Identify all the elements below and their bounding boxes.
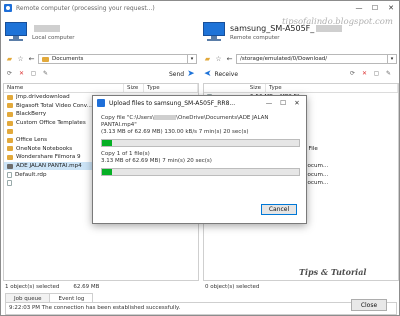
local-column-headers: Name Size Type: [4, 84, 198, 93]
column-header-name[interactable]: Name: [4, 84, 124, 92]
computer-monitor-icon: [5, 22, 27, 42]
video-file-icon: [7, 163, 13, 169]
favorite-star-icon[interactable]: ☆: [16, 55, 25, 64]
total-transfer-stats: 3.13 MB of 62.69 MB) 7 min(s) 20 sec(s): [101, 158, 212, 164]
folder-icon: [7, 103, 13, 109]
new-folder-icon[interactable]: ▢: [29, 69, 38, 78]
local-path-input[interactable]: Documents: [38, 54, 188, 64]
remote-selected-count: 0 object(s) selected: [205, 284, 260, 290]
refresh-icon[interactable]: ⟳: [348, 69, 357, 78]
folder-icon: [42, 56, 49, 62]
receive-button[interactable]: ➤ Receive: [204, 69, 238, 79]
brand-watermark: Tips & Tutorial: [299, 267, 367, 277]
title-bar: Remote computer (processing your request…: [1, 1, 399, 15]
redacted-username: [154, 115, 177, 120]
rename-icon[interactable]: ✎: [41, 69, 50, 78]
redacted-name: [34, 24, 60, 32]
send-arrow-icon: ➤: [187, 69, 195, 79]
folder-icon: [7, 111, 13, 117]
local-toolbar: ⟳ ✕ ▢ ✎: [5, 69, 50, 79]
total-progress-bar: [101, 168, 300, 176]
delete-icon[interactable]: ✕: [360, 69, 369, 78]
column-header-type[interactable]: Type: [144, 84, 198, 92]
dialog-title-bar: Upload files to samsung_SM-A505F_RR8... …: [93, 96, 306, 110]
site-watermark: tipsofalindo.blogspot.com: [282, 17, 393, 27]
folder-icon: [7, 154, 13, 160]
cancel-button[interactable]: Cancel: [261, 204, 297, 215]
new-folder-icon[interactable]: ▢: [372, 69, 381, 78]
remote-path-text: /storage/emulated/0/Download/: [240, 56, 328, 62]
computer-monitor-icon: [203, 22, 225, 42]
remote-column-headers: Size Type: [204, 84, 398, 93]
local-computer-name: [32, 24, 75, 33]
computers-header: Local computer samsung_SM-A505F_ Remote …: [1, 15, 399, 49]
copy-file-name: PANTAI.mp4": [101, 122, 137, 128]
close-button[interactable]: Close: [351, 299, 387, 311]
file-progress-bar: [101, 139, 300, 147]
folder-up-icon[interactable]: ▰: [5, 55, 14, 64]
log-line: 9:22:03 PM The connection has been estab…: [9, 305, 181, 311]
dialog-window-controls: — ☐ ✕: [262, 96, 304, 110]
dialog-close-button[interactable]: ✕: [290, 96, 304, 110]
column-header-type[interactable]: Type: [266, 84, 398, 92]
upload-progress-dialog: Upload files to samsung_SM-A505F_RR8... …: [92, 95, 307, 224]
receive-label: Receive: [214, 70, 239, 78]
remote-path-input[interactable]: /storage/emulated/0/Download/: [236, 54, 388, 64]
file-transfer-stats: (3.13 MB of 62.69 MB) 130.00 kB/s 7 min(…: [101, 129, 249, 135]
back-arrow-icon[interactable]: ←: [225, 55, 234, 64]
dialog-minimize-button[interactable]: —: [262, 96, 276, 110]
dialog-body: Copy file "C:\Users\ \OneDrive\Documents\…: [93, 110, 306, 176]
local-selected-size: 62.69 MB: [73, 284, 100, 290]
remote-toolbar: ⟳ ✕ ▢ ✎: [348, 69, 393, 79]
minimize-button[interactable]: —: [351, 1, 367, 15]
rename-icon[interactable]: ✎: [384, 69, 393, 78]
copy-file-path: Copy file "C:\Users\ \OneDrive\Documents\…: [101, 115, 269, 121]
folder-icon: [7, 120, 13, 126]
local-path-text: Documents: [52, 56, 84, 62]
local-computer-block: Local computer: [5, 15, 75, 49]
remote-file-transfer-window: Remote computer (processing your request…: [0, 0, 400, 316]
file-icon: [7, 171, 12, 178]
dialog-title: Upload files to samsung_SM-A505F_RR8...: [109, 99, 236, 107]
folder-icon: [7, 94, 13, 100]
local-computer-label: Local computer: [32, 34, 75, 41]
folder-icon: [7, 129, 13, 135]
file-progress-fill: [102, 140, 112, 146]
teamviewer-logo-icon: [97, 99, 105, 107]
close-window-button[interactable]: ✕: [383, 1, 399, 15]
remote-status-bar: 0 object(s) selected: [205, 284, 259, 290]
local-selected-count: 1 object(s) selected: [5, 284, 60, 290]
dialog-maximize-button[interactable]: ☐: [276, 96, 290, 110]
send-button[interactable]: Send ➤: [169, 69, 195, 79]
receive-arrow-icon: ➤: [204, 69, 212, 79]
file-icon: [7, 180, 12, 187]
window-title: Remote computer (processing your request…: [16, 4, 155, 12]
chevron-down-icon[interactable]: ▾: [188, 54, 197, 64]
back-arrow-icon[interactable]: ←: [27, 55, 36, 64]
local-status-bar: 1 object(s) selected 62.69 MB: [5, 284, 99, 290]
folder-icon: [7, 146, 13, 152]
teamviewer-logo-icon: [4, 4, 12, 12]
column-header-size[interactable]: Size: [204, 84, 266, 92]
send-label: Send: [169, 70, 185, 78]
local-path-bar: ▰ ☆ ← Documents ▾: [5, 53, 197, 65]
delete-icon[interactable]: ✕: [17, 69, 26, 78]
total-copy-count: Copy 1 of 1 file(s): [101, 151, 150, 157]
maximize-button[interactable]: ☐: [367, 1, 383, 15]
window-controls: — ☐ ✕: [351, 1, 399, 15]
remote-path-bar: ▰ ☆ ← /storage/emulated/0/Download/ ▾: [203, 53, 397, 65]
remote-computer-label: Remote computer: [230, 34, 280, 41]
folder-up-icon[interactable]: ▰: [203, 55, 212, 64]
total-progress-fill: [102, 169, 112, 175]
refresh-icon[interactable]: ⟳: [5, 69, 14, 78]
event-log-area: 9:22:03 PM The connection has been estab…: [5, 302, 397, 315]
folder-icon: [7, 137, 13, 143]
favorite-star-icon[interactable]: ☆: [214, 55, 223, 64]
column-header-size[interactable]: Size: [124, 84, 144, 92]
chevron-down-icon[interactable]: ▾: [388, 54, 397, 64]
